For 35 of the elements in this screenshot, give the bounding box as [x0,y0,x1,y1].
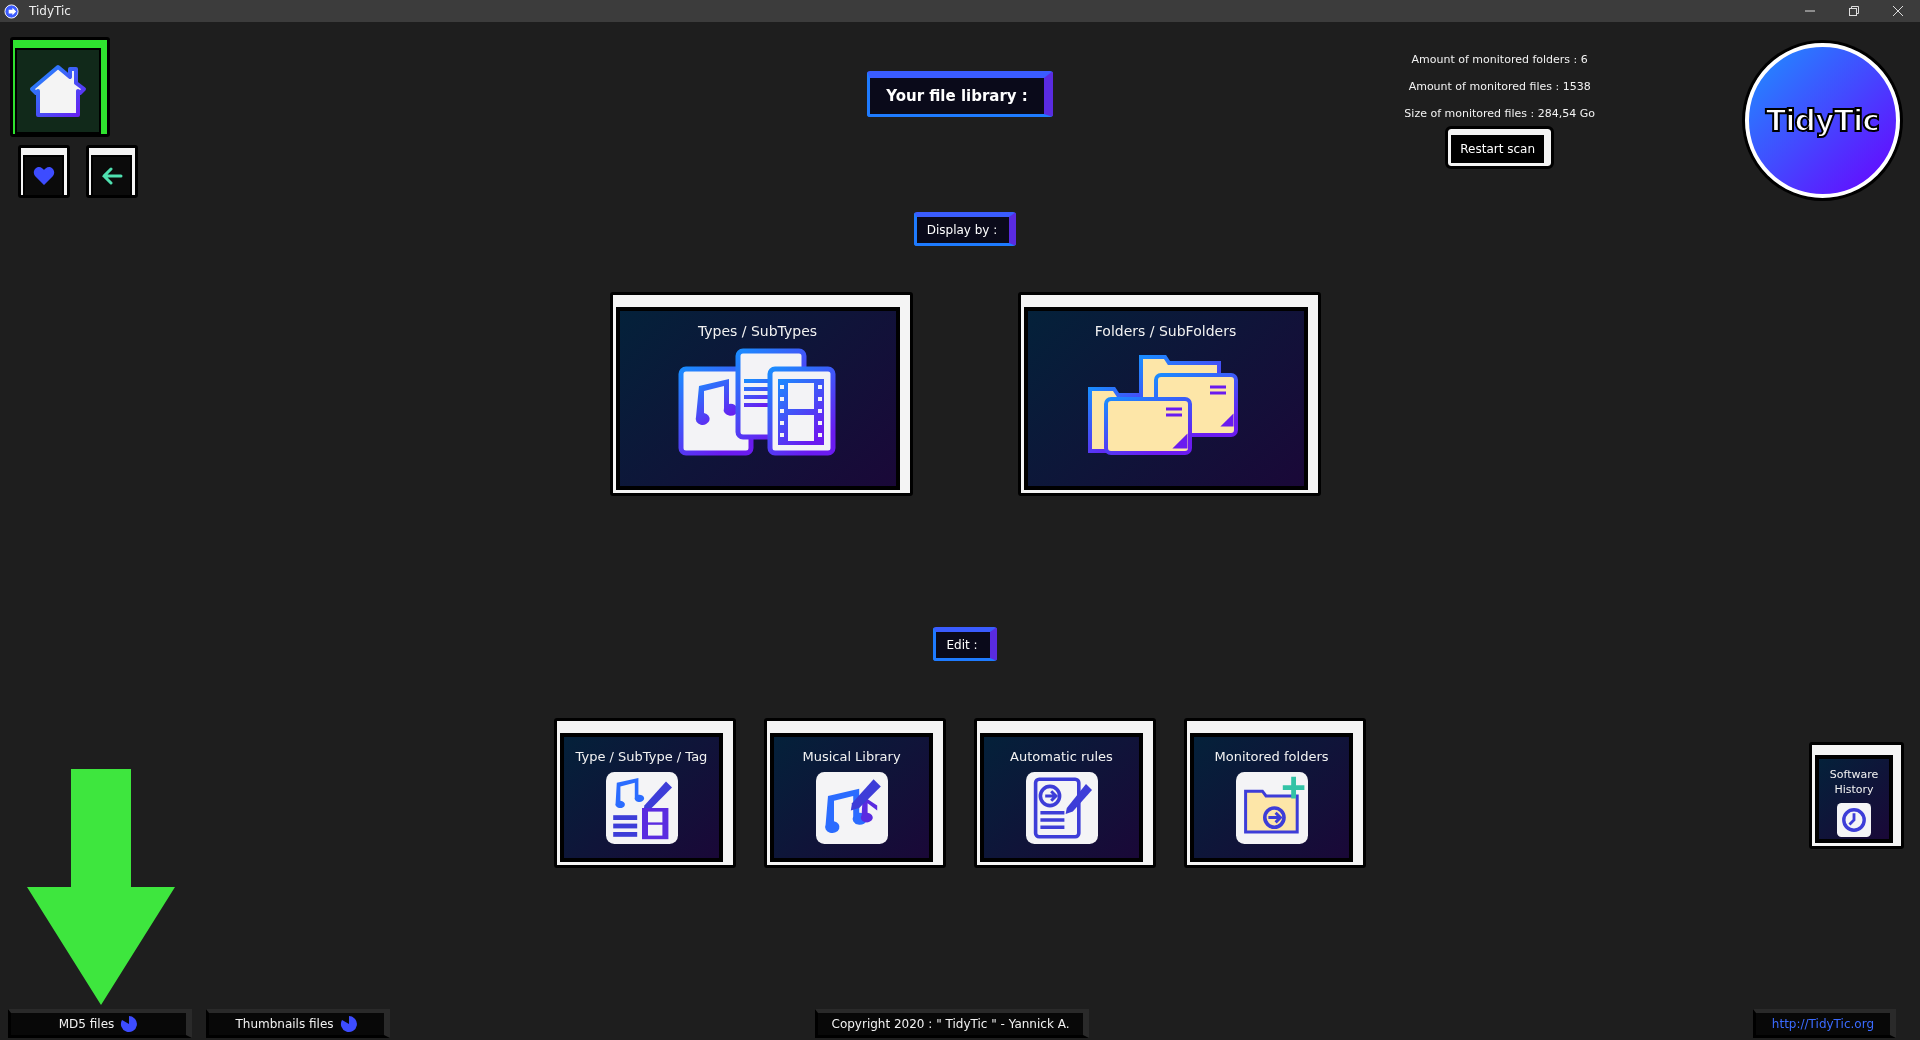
close-icon [1893,6,1903,16]
restart-scan-button[interactable]: Restart scan [1448,129,1552,166]
home-button[interactable] [10,37,110,137]
file-types-icon [677,347,838,457]
favorites-button[interactable] [18,145,70,198]
task-label: MD5 files [58,1016,115,1031]
stat-text: Size of monitored files : 284,54 Go [1404,106,1595,122]
edit-option-button[interactable]: Monitored folders [1184,718,1366,868]
window-title: TidyTic [29,4,71,18]
display-option-button[interactable]: Types / SubTypes [609,292,913,496]
music-film-pencil-icon [605,772,678,844]
heart-icon [32,166,55,186]
stat-text: Amount of monitored folders : 6 [1411,52,1588,68]
restore-icon [1849,6,1859,16]
library-title: Your file library : [867,71,1053,117]
left-arrow-icon [100,167,123,185]
copyright-text: Copyright 2020 : " TidyTic " - Yannick A. [814,1008,1090,1038]
progress-pie-icon [339,1014,358,1033]
stat-text: Amount of monitored files : 1538 [1408,79,1591,95]
folder-arrow-plus-icon [1235,772,1308,844]
edit-option-button[interactable]: Musical Library [764,718,946,868]
edit-option-button[interactable]: Automatic rules [974,718,1156,868]
clock-icon [1837,803,1871,837]
display-option-button[interactable]: Folders / SubFolders [1017,292,1321,496]
edit-label: Edit : [933,627,997,661]
edit-option-button[interactable]: Type / SubType / Tag [554,718,736,868]
website-link[interactable]: http://TidyTic.org [1752,1008,1896,1038]
app-icon [4,3,19,19]
document-arrow-pencil-icon [1025,772,1098,844]
software-history-button[interactable]: Software History [1809,742,1904,849]
task-label: Thumbnails files [235,1016,334,1031]
progress-pie-icon [120,1014,139,1033]
app-logo: TidyTic [1745,43,1900,198]
display-by-label: Display by : [913,212,1017,246]
back-button[interactable] [86,145,138,198]
